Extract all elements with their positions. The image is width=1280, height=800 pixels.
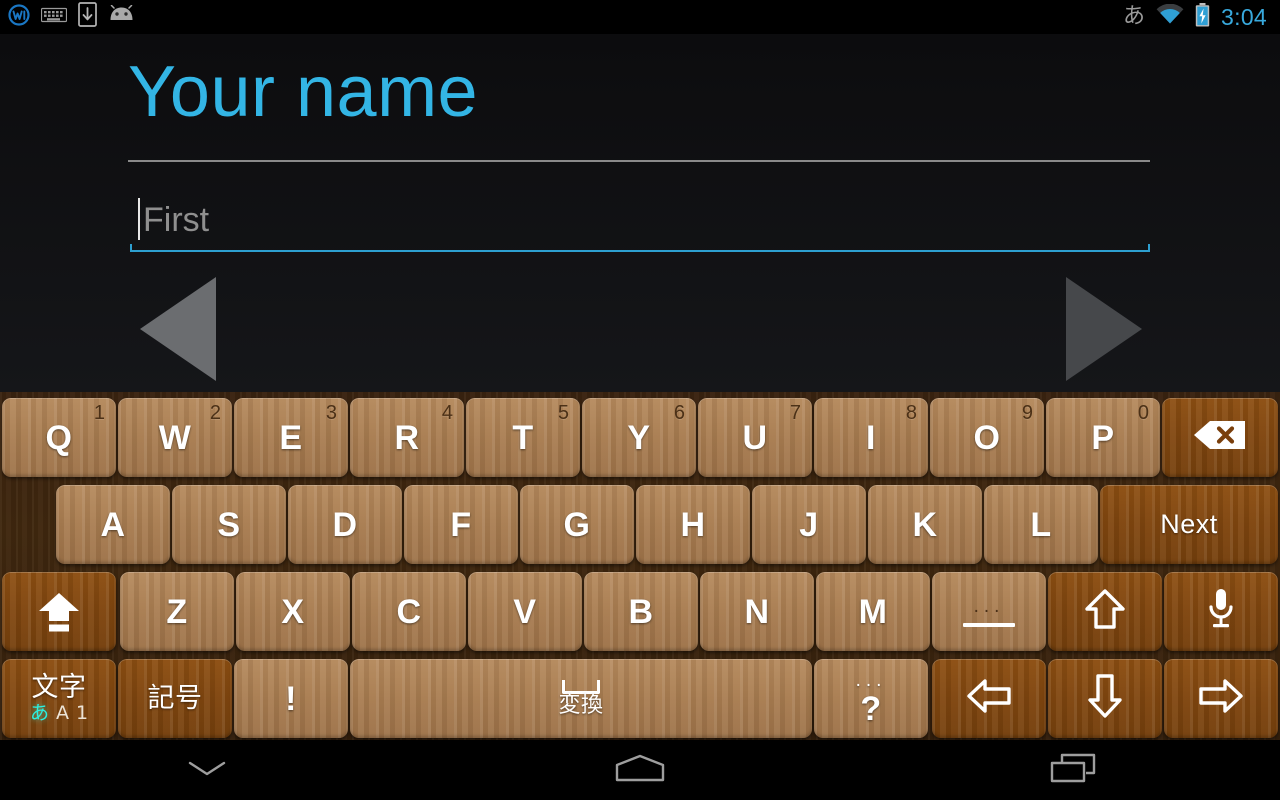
keyboard-icon (40, 6, 68, 29)
key-q[interactable]: Q1 (2, 398, 116, 477)
symbols-key[interactable]: 記号 (118, 659, 232, 738)
key-g[interactable]: G (520, 485, 634, 564)
keyboard-row-4: 文字 あ A 1 記号 ! 変換 ... ? (0, 656, 1280, 741)
cursor-right-key[interactable] (1164, 659, 1278, 738)
arrow-left-icon (966, 677, 1012, 720)
char-mode-submodes: あ A 1 (30, 704, 88, 723)
char-mode-latin: A (55, 702, 69, 724)
key-m[interactable]: M (816, 572, 930, 651)
arrow-up-icon (1084, 588, 1126, 635)
content-area: Your name First (0, 34, 1280, 392)
key-d[interactable]: D (288, 485, 402, 564)
question-key[interactable]: ... ? (814, 659, 928, 738)
space-key-label: 変換 (558, 693, 604, 718)
voice-input-key[interactable] (1164, 572, 1278, 651)
key-i[interactable]: I8 (814, 398, 928, 477)
system-navigation-bar (0, 740, 1280, 800)
char-mode-number: 1 (75, 702, 89, 724)
home-icon (615, 753, 665, 788)
recents-icon (1050, 753, 1096, 788)
status-bar-system[interactable]: あ 3:04 (1123, 2, 1280, 32)
cursor-down-key[interactable] (1048, 659, 1162, 738)
key-a[interactable]: A (56, 485, 170, 564)
key-y[interactable]: Y6 (582, 398, 696, 477)
wordpress-logo-icon (8, 3, 30, 31)
enter-next-key[interactable]: Next (1100, 485, 1278, 564)
key-j[interactable]: J (752, 485, 866, 564)
key-p[interactable]: P0 (1046, 398, 1160, 477)
backspace-key[interactable] (1162, 398, 1278, 477)
arrow-right-icon (1198, 677, 1244, 720)
status-bar-notifications[interactable] (0, 2, 135, 32)
key-b[interactable]: B (584, 572, 698, 651)
space-glyph-icon (562, 680, 600, 694)
cursor-up-key[interactable] (1048, 572, 1162, 651)
text-caret (138, 198, 140, 240)
symbol-dots-label: ... (973, 595, 1005, 617)
shift-caps-icon (37, 591, 81, 633)
key-u[interactable]: U7 (698, 398, 812, 477)
key-v[interactable]: V (468, 572, 582, 651)
status-bar: あ 3:04 (0, 0, 1280, 34)
exclamation-key[interactable]: ! (234, 659, 348, 738)
symbol-dots-key[interactable]: ... (932, 572, 1046, 651)
home-button[interactable] (565, 740, 715, 800)
field-underline (130, 244, 1150, 252)
android-head-icon (108, 4, 135, 29)
first-name-field[interactable]: First (130, 184, 1150, 252)
recents-button[interactable] (998, 740, 1148, 800)
key-e[interactable]: E3 (234, 398, 348, 477)
key-c[interactable]: C (352, 572, 466, 651)
battery-charging-icon (1195, 2, 1210, 32)
key-z[interactable]: Z (120, 572, 234, 651)
device-screen: あ 3:04 Your name First Q 1 W 2 E 3 R 4 T… (0, 0, 1280, 800)
backspace-icon (1193, 420, 1247, 455)
hide-keyboard-button[interactable] (132, 740, 282, 800)
arrow-down-icon (1086, 673, 1124, 724)
key-x[interactable]: X (236, 572, 350, 651)
key-w[interactable]: W2 (118, 398, 232, 477)
key-s[interactable]: S (172, 485, 286, 564)
char-mode-label: 文字 (31, 672, 87, 703)
previous-arrow-button[interactable] (140, 277, 216, 381)
shift-key[interactable] (2, 572, 116, 651)
char-mode-kana: あ (29, 702, 49, 724)
key-f[interactable]: F (404, 485, 518, 564)
char-mode-key[interactable]: 文字 あ A 1 (2, 659, 116, 738)
download-to-device-icon (78, 2, 97, 32)
key-o[interactable]: O9 (930, 398, 1044, 477)
key-t[interactable]: T5 (466, 398, 580, 477)
key-l[interactable]: L (984, 485, 1098, 564)
question-dots-label: ... (855, 670, 887, 691)
symbols-key-label: 記号 (147, 683, 203, 714)
enter-key-label: Next (1160, 509, 1218, 539)
cursor-left-key[interactable] (932, 659, 1046, 738)
keyboard-row-3: Z X C V B N M ... (0, 569, 1280, 654)
wooden-keyboard: Q1 W2 E3 R4 T5 Y6 U7 I8 O9 P0 A S D F G … (0, 392, 1280, 740)
next-arrow-button[interactable] (1066, 277, 1142, 381)
key-k[interactable]: K (868, 485, 982, 564)
exclamation-label: ! (285, 679, 297, 718)
keyboard-row-1: Q1 W2 E3 R4 T5 Y6 U7 I8 O9 P0 (0, 395, 1280, 480)
hide-keyboard-chevron-icon (187, 758, 227, 783)
first-name-placeholder: First (143, 201, 210, 239)
wifi-icon (1156, 3, 1184, 30)
microphone-icon (1206, 587, 1236, 636)
key-n[interactable]: N (700, 572, 814, 651)
keyboard-row-2: A S D F G H J K L Next (0, 482, 1280, 567)
key-h[interactable]: H (636, 485, 750, 564)
question-label: ? (860, 690, 882, 728)
page-title: Your name (128, 52, 479, 132)
key-r[interactable]: R4 (350, 398, 464, 477)
space-convert-key[interactable]: 変換 (350, 659, 812, 738)
title-divider (128, 160, 1150, 162)
ime-indicator: あ (1123, 4, 1146, 29)
status-bar-clock: 3:04 (1221, 3, 1267, 30)
underscore-glyph-icon (963, 622, 1015, 627)
